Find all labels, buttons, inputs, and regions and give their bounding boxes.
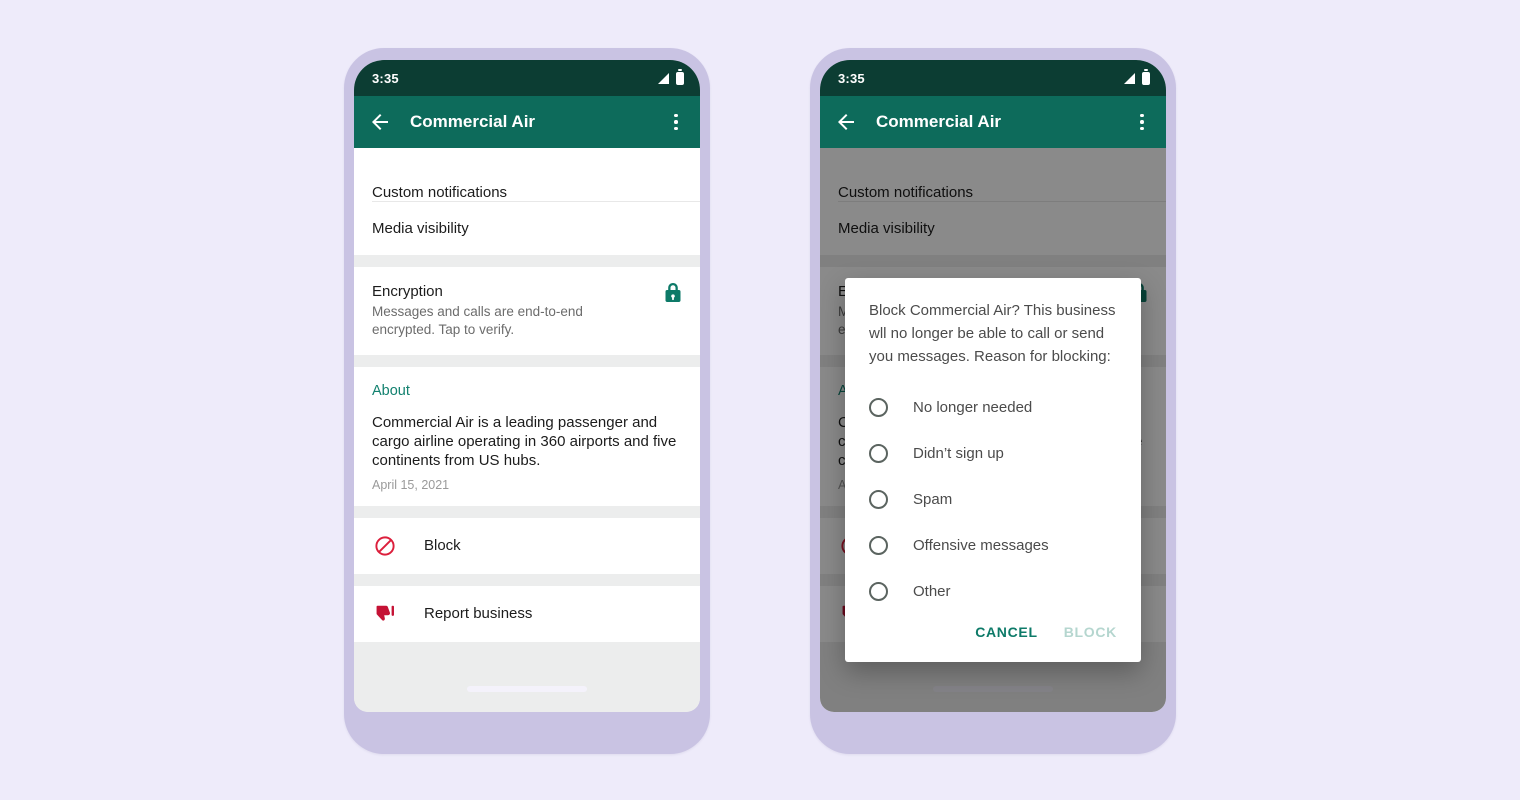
radio-option-didnt-sign-up[interactable]: Didn’t sign up	[869, 430, 1117, 476]
block-confirmation-dialog: Block Commercial Air? This business wll …	[845, 278, 1141, 663]
settings-content: Custom notifications Media visibility En…	[820, 148, 1166, 712]
about-section-label: About	[372, 382, 410, 399]
row-custom-notifications-label: Custom notifications	[372, 184, 508, 201]
battery-icon	[1142, 71, 1150, 85]
signal-triangle-icon	[658, 72, 669, 84]
status-bar: 3:35	[820, 60, 1166, 96]
lock-icon	[664, 283, 682, 308]
thumbs-down-icon	[372, 601, 398, 627]
gesture-bar	[467, 686, 587, 692]
radio-circle-icon	[869, 489, 888, 509]
radio-option-spam[interactable]: Spam	[869, 476, 1117, 522]
back-arrow-icon[interactable]	[368, 110, 392, 134]
about-date: April 15, 2021	[372, 477, 450, 492]
report-action-label: Report business	[424, 605, 533, 623]
app-bar: Commercial Air	[354, 96, 700, 148]
radio-circle-icon	[869, 443, 888, 463]
dialog-message: Block Commercial Air? This business wll …	[869, 302, 1116, 365]
section-gap	[354, 354, 700, 367]
battery-icon	[676, 71, 684, 85]
phone-mockup-right: 3:35 Commercial Air Custom notifications	[810, 48, 1176, 754]
row-custom-notifications[interactable]: Custom notifications	[354, 148, 700, 201]
block-action-row[interactable]: Block	[354, 518, 700, 574]
page-title: Commercial Air	[876, 112, 1002, 131]
radio-option-label: No longer needed	[913, 398, 1033, 416]
status-bar-icons	[658, 71, 684, 85]
phone-screen-left: 3:35 Commercial Air Custom notifications	[354, 60, 700, 712]
screenshot-stage: 3:35 Commercial Air Custom notifications	[0, 0, 1520, 800]
app-bar: Commercial Air	[820, 96, 1166, 148]
section-gap	[354, 573, 700, 586]
radio-option-label: Spam	[913, 490, 953, 508]
status-bar-time: 3:35	[838, 70, 865, 86]
row-media-visibility-label: Media visibility	[372, 220, 469, 237]
about-card: About Commercial Air is a leading passen…	[354, 366, 700, 506]
page-title: Commercial Air	[410, 112, 536, 131]
encryption-card[interactable]: Encryption Messages and calls are end-to…	[354, 267, 700, 355]
radio-circle-icon	[869, 581, 888, 601]
phone-screen-right: 3:35 Commercial Air Custom notifications	[820, 60, 1166, 712]
encryption-title: Encryption	[372, 283, 443, 300]
row-media-visibility[interactable]: Media visibility	[354, 202, 700, 255]
about-text: Commercial Air is a leading passenger an…	[372, 413, 677, 470]
report-action-row[interactable]: Report business	[354, 586, 700, 642]
encryption-subtitle: Messages and calls are end-to-end encryp…	[372, 304, 583, 337]
section-gap	[354, 255, 700, 267]
cancel-button[interactable]: CANCEL	[975, 624, 1038, 640]
settings-content: Custom notifications Media visibility En…	[354, 148, 700, 712]
block-card: Block	[354, 517, 700, 574]
notifications-card: Custom notifications Media visibility	[354, 148, 700, 255]
signal-triangle-icon	[1124, 72, 1135, 84]
dialog-action-bar: CANCEL BLOCK	[869, 614, 1117, 654]
block-button[interactable]: BLOCK	[1064, 624, 1117, 640]
status-bar-icons	[1124, 71, 1150, 85]
block-action-label: Block	[424, 537, 461, 555]
radio-option-offensive-messages[interactable]: Offensive messages	[869, 522, 1117, 568]
radio-option-other[interactable]: Other	[869, 568, 1117, 614]
radio-option-no-longer-needed[interactable]: No longer needed	[869, 384, 1117, 430]
section-gap	[354, 505, 700, 518]
back-arrow-icon[interactable]	[834, 110, 858, 134]
radio-circle-icon	[869, 397, 888, 417]
phone-mockup-left: 3:35 Commercial Air Custom notifications	[344, 48, 710, 754]
status-bar: 3:35	[354, 60, 700, 96]
radio-circle-icon	[869, 535, 888, 555]
block-circle-slash-icon	[372, 533, 398, 559]
status-bar-time: 3:35	[372, 70, 399, 86]
radio-option-label: Other	[913, 582, 951, 600]
report-card: Report business	[354, 585, 700, 642]
encryption-text-block: Encryption Messages and calls are end-to…	[372, 283, 640, 339]
radio-option-label: Offensive messages	[913, 536, 1049, 554]
radio-option-label: Didn’t sign up	[913, 444, 1004, 462]
kebab-menu-icon[interactable]	[1132, 110, 1152, 134]
kebab-menu-icon[interactable]	[666, 110, 686, 134]
